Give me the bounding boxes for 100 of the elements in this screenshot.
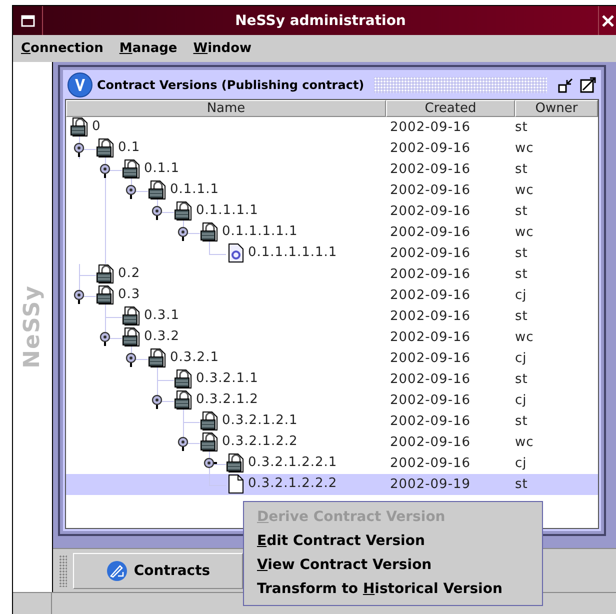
column-header[interactable]: Owner [515,100,598,117]
table-cell-text: st [515,204,529,219]
tree-row[interactable]: 0.3.2.1.1 2002-09-16 st [66,369,598,390]
tree-row[interactable]: 0.3.2.1 2002-09-16 cj [66,348,598,369]
tree-row[interactable]: 0.3.2 2002-09-16 wc [66,327,598,348]
expanded-handle-icon[interactable] [125,184,139,200]
taskbar-button[interactable]: Contracts [73,552,243,588]
table-cell-text: 2002-09-16 [389,246,472,261]
tree-item[interactable]: 0.3.2.1.2 [196,392,258,407]
tree-item[interactable]: 0.1.1.1.1.1 [222,224,298,239]
tree-row[interactable]: 0.1.1.1 2002-09-16 wc [66,180,598,201]
tree-item[interactable]: 0.1 [118,140,140,155]
table-cell-text: 2002-09-16 [389,204,472,219]
table-cell-text: cj [515,351,528,366]
table-cell-text: cj [515,288,528,303]
tree-row[interactable]: 0.3.2.1.2.2 2002-09-16 wc [66,432,598,453]
minimize-icon [558,77,574,93]
expanded-handle-icon[interactable] [73,289,87,305]
menu-item[interactable]: Manage [119,41,178,56]
table-cell-text: 2002-09-16 [389,351,472,366]
tree-item[interactable]: 0.3.2.1.2.1 [222,413,298,428]
table-cell-text: st [515,267,529,282]
tree-item[interactable]: 0.3.2.1.1 [196,371,258,386]
tree-row[interactable]: 0.1.1.1.1 2002-09-16 st [66,201,598,222]
table-cell-text: 2002-09-16 [389,330,472,345]
table-cell-text: st [515,120,529,135]
tree-row[interactable]: 0.3.2.1.2 2002-09-16 cj [66,390,598,411]
expanded-handle-icon[interactable] [177,436,191,452]
tree-item[interactable]: 0 [92,119,101,134]
tree-row[interactable]: 0.3.1 2002-09-16 st [66,306,598,327]
menu-item[interactable]: Edit Contract Version [244,529,542,553]
expanded-handle-icon[interactable] [177,226,191,242]
table-cell-text: 2002-09-16 [389,120,472,135]
tree-row[interactable]: 0.1 2002-09-16 wc [66,138,598,159]
table-cell-text: wc [515,225,535,240]
tree-row[interactable]: 0.1.1.1.1.1 2002-09-16 wc [66,222,598,243]
table-cell-text: 2002-09-16 [389,225,472,240]
table-cell-text: 2002-09-16 [389,288,472,303]
tree-item[interactable]: 0.3.1 [144,308,180,323]
table-cell-text: wc [515,435,535,450]
table-cell-text: st [515,309,529,324]
tree-row[interactable]: 0.1.1.1.1.1.1 2002-09-16 st [66,243,598,264]
table-cell-text: st [515,246,529,261]
expanded-handle-icon[interactable] [99,331,113,347]
tree-item[interactable]: 0.3.2 [144,329,180,344]
table-cell-text: 2002-09-19 [389,477,472,492]
table-cell-text: 2002-09-16 [389,435,472,450]
column-header[interactable]: Created [386,100,515,117]
table-cell-text: 2002-09-16 [389,414,472,429]
expanded-handle-icon[interactable] [125,352,139,368]
expanded-handle-icon[interactable] [151,394,165,410]
tree-item[interactable]: 0.3.2.1.2.2.2 [248,476,338,491]
table-cell-text: st [515,162,529,177]
tree-row[interactable]: 0 2002-09-16 st [66,117,598,138]
tree-item[interactable]: 0.1.1.1.1.1.1 [248,245,338,260]
expanded-handle-icon[interactable] [151,205,165,221]
tree-item[interactable]: 0.3.2.1 [170,350,219,365]
table-cell-text: st [515,477,529,492]
tree-item[interactable]: 0.1.1 [144,161,180,176]
minimize-button[interactable] [557,76,575,94]
tree-item[interactable]: 0.1.1.1.1 [196,203,258,218]
menu-item[interactable]: Window [193,41,252,56]
tree-item[interactable]: 0.3.2.1.2.2.1 [248,455,338,470]
expanded-handle-icon[interactable] [73,142,87,158]
tree-item[interactable]: 0.1.1.1 [170,182,219,197]
menu-item[interactable]: Connection [21,41,104,56]
table-cell-text: cj [515,456,528,471]
window-icon [20,14,34,26]
column-header[interactable]: Name [66,100,386,117]
tree-row[interactable]: 0.3.2.1.2.1 2002-09-16 st [66,411,598,432]
menu-item[interactable]: View Contract Version [244,553,542,577]
table-cell-text: 2002-09-16 [389,393,472,408]
table-cell-text: 2002-09-16 [389,372,472,387]
tree-item[interactable]: 0.3.2.1.2.2 [222,434,298,449]
maximize-icon [580,77,596,93]
table-cell-text: wc [515,183,535,198]
table-cell-text: cj [515,393,528,408]
expanded-handle-icon[interactable] [99,163,113,179]
table-cell-text: 2002-09-16 [389,162,472,177]
close-icon [600,14,614,28]
table-cell-text: 2002-09-16 [389,183,472,198]
table-cell-text: wc [515,330,535,345]
table-cell-text: wc [515,141,535,156]
tree-row[interactable]: 0.3.2.1.2.2.2 2002-09-19 st [66,474,598,495]
menu-item[interactable]: Transform to Historical Version [244,577,542,601]
taskbar-grip [59,554,67,586]
tree-row[interactable]: 0.3.2.1.2.2.1 2002-09-16 cj [66,453,598,474]
table-cell-text: st [515,414,529,429]
tree-item[interactable]: 0.3 [118,287,140,302]
table-cell-text: 2002-09-16 [389,141,472,156]
tree-row[interactable]: 0.2 2002-09-16 st [66,264,598,285]
pen-icon [106,560,128,582]
window-title: NeSSy administration [234,12,407,28]
table-cell-text: 2002-09-16 [389,309,472,324]
tree-row[interactable]: 0.3 2002-09-16 cj [66,285,598,306]
maximize-button[interactable] [579,76,597,94]
tree-item[interactable]: 0.2 [118,266,140,281]
tree-row[interactable]: 0.1.1 2002-09-16 st [66,159,598,180]
table-cell-text: 2002-09-16 [389,267,472,282]
table-cell-text: st [515,372,529,387]
